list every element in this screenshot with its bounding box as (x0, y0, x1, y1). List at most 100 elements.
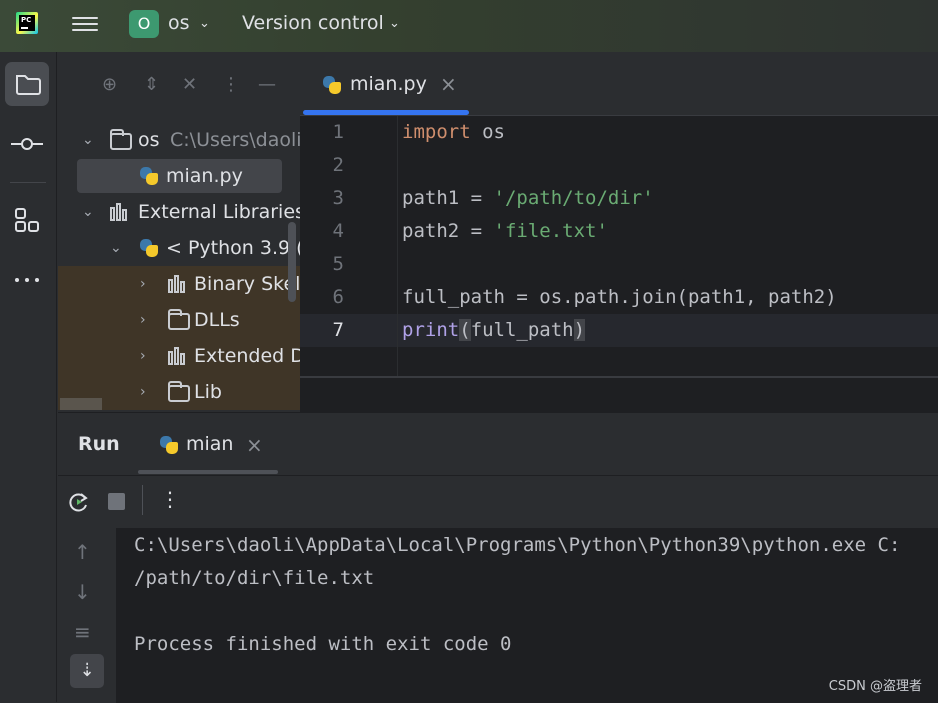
line-number: 3 (300, 182, 344, 215)
editor-tab-bar: mian.py × (300, 52, 938, 116)
python-file-icon (139, 166, 159, 186)
folder-icon (110, 133, 132, 150)
divider (58, 475, 938, 476)
code-line[interactable]: 3 path1 = '/path/to/dir' (300, 182, 938, 215)
line-number: 6 (300, 281, 344, 314)
options-icon[interactable]: ⋮ (222, 74, 240, 95)
code-text: path1 = '/path/to/dir' (402, 182, 654, 215)
run-panel-title: Run (78, 433, 120, 455)
more-icon (5, 258, 49, 302)
code-line[interactable]: 2 (300, 149, 938, 182)
console-line: C:\Users\daoli\AppData\Local\Programs\Py… (134, 534, 900, 556)
console-side-toolbar: ↑ ↓ ≡ ⇣ (58, 528, 116, 703)
folder-icon (5, 62, 49, 106)
code-line[interactable]: 1 import os (300, 116, 938, 149)
console-output[interactable]: C:\Users\daoli\AppData\Local\Programs\Py… (116, 528, 938, 703)
gutter-divider (397, 116, 398, 378)
close-icon[interactable]: × (246, 433, 263, 457)
line-number: 7 (300, 314, 344, 347)
console-line: /path/to/dir\file.txt (134, 567, 374, 589)
editor[interactable]: mian.py × 1 import os23 path1 = '/path/to/… (300, 52, 938, 412)
divider (10, 182, 46, 183)
chevron-right-icon[interactable]: › (140, 374, 146, 410)
folder-icon (168, 313, 190, 330)
version-control-menu[interactable]: Version control (242, 12, 384, 34)
vertical-scrollbar[interactable] (288, 222, 296, 302)
tree-item-mian-py[interactable]: mian.py (58, 158, 300, 194)
chevron-down-icon[interactable]: ⌄ (199, 16, 210, 31)
console-line: Process finished with exit code 0 (134, 633, 512, 655)
more-icon[interactable]: ⋮ (160, 487, 180, 511)
tree-item-python-sdk[interactable]: ⌄ < Python 3.9 (c (58, 230, 300, 266)
pycharm-logo-icon: PC (16, 12, 38, 34)
tree-root-label: os (138, 122, 160, 158)
chevron-right-icon[interactable]: › (140, 338, 146, 374)
locate-icon[interactable]: ⊕ (102, 74, 117, 95)
tree-item-dlls[interactable]: › DLLs (58, 302, 300, 338)
active-tab-indicator (138, 470, 278, 474)
project-panel: ⊕ ⇕ ✕ ⋮ — ⌄ os C:\Users\daoli mian.py ⌄ … (58, 52, 300, 412)
hamburger-icon[interactable] (72, 13, 98, 35)
line-number: 5 (300, 248, 344, 281)
tool-window-strip (0, 52, 57, 702)
chevron-down-icon[interactable]: ⌄ (110, 230, 122, 266)
tree-root-path: C:\Users\daoli (170, 122, 300, 158)
chevron-right-icon[interactable]: › (140, 302, 146, 338)
project-name[interactable]: os (168, 12, 190, 34)
arrow-up-icon[interactable]: ↑ (74, 540, 91, 564)
tree-item-extended-definitions[interactable]: › Extended D (58, 338, 300, 374)
library-icon (168, 347, 188, 365)
run-panel: Run mian × ⋮ ↑ ↓ ≡ ⇣ C:\Users\daoli\AppD… (58, 412, 938, 702)
scroll-to-end-icon[interactable]: ⇣ (70, 654, 104, 688)
close-icon[interactable]: × (440, 72, 457, 96)
editor-tab-mian-py[interactable]: mian.py (350, 73, 427, 95)
code-line[interactable]: 5 (300, 248, 938, 281)
tree-item-external-libraries[interactable]: ⌄ External Libraries (58, 194, 300, 230)
library-icon (168, 275, 188, 293)
horizontal-scrollbar[interactable] (60, 398, 102, 410)
code-line[interactable]: 6 full_path = os.path.join(path1, path2) (300, 281, 938, 314)
rerun-icon[interactable] (66, 489, 92, 515)
code-text: path2 = 'file.txt' (402, 215, 608, 248)
commit-icon (5, 122, 49, 166)
code-text: import os (402, 116, 505, 149)
code-text: print(full_path) (402, 314, 585, 347)
chevron-right-icon[interactable]: › (140, 266, 146, 302)
line-number: 4 (300, 215, 344, 248)
project-badge[interactable]: O (129, 10, 159, 38)
python-sdk-icon (139, 238, 159, 258)
tree-item-label: < Python 3.9 (c (166, 230, 300, 266)
tree-item-label: mian.py (166, 158, 243, 194)
code-line[interactable]: 7 print(full_path) (300, 314, 938, 347)
commit-tool-button[interactable] (5, 122, 49, 166)
structure-tool-button[interactable] (5, 198, 49, 242)
active-tab-indicator (303, 110, 469, 115)
chevron-down-icon[interactable]: ⌄ (82, 194, 94, 230)
tree-root-os[interactable]: ⌄ os C:\Users\daoli (58, 122, 300, 158)
tree-item-label: DLLs (194, 302, 240, 338)
expand-all-icon[interactable]: ⇕ (144, 74, 159, 95)
more-tools-button[interactable] (5, 258, 49, 302)
tree-item-binary-skeletons[interactable]: › Binary Skele (58, 266, 300, 302)
tree-item-label: Binary Skele (194, 266, 300, 302)
line-number: 1 (300, 116, 344, 149)
python-file-icon (322, 75, 342, 95)
collapse-all-icon[interactable]: ✕ (182, 74, 197, 95)
project-tool-button[interactable] (5, 62, 49, 106)
chevron-down-icon[interactable]: ⌄ (389, 16, 400, 31)
chevron-down-icon[interactable]: ⌄ (82, 122, 94, 158)
tree-item-label: Extended D (194, 338, 300, 374)
code-line[interactable]: 4 path2 = 'file.txt' (300, 215, 938, 248)
soft-wrap-icon[interactable]: ≡ (74, 620, 91, 644)
tree-item-label: External Libraries (138, 194, 300, 230)
stop-icon[interactable] (108, 493, 125, 510)
run-tab-mian[interactable]: mian (186, 433, 233, 455)
title-bar: PC O os ⌄ Version control ⌄ (0, 0, 938, 52)
hide-icon[interactable]: — (258, 74, 276, 95)
panel-divider (300, 376, 938, 378)
arrow-down-icon[interactable]: ↓ (74, 580, 91, 604)
code-text: full_path = os.path.join(path1, path2) (402, 281, 837, 314)
watermark: CSDN @盗理者 (829, 675, 922, 694)
divider (142, 485, 143, 515)
python-file-icon (159, 435, 179, 455)
